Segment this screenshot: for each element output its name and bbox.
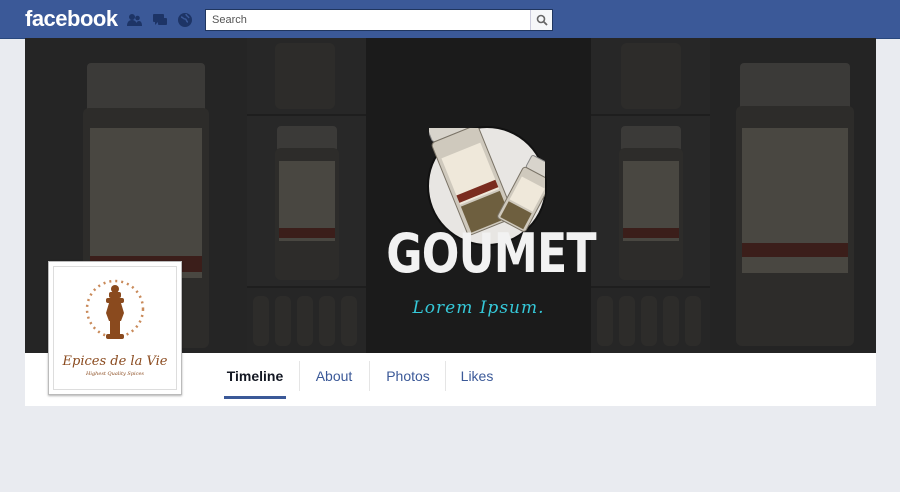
tab-divider (369, 361, 370, 391)
notifications-globe-icon[interactable] (177, 12, 193, 28)
brand-logo: Epices de la Vie Highest Quality Spices (53, 266, 177, 390)
brand-tagline: Highest Quality Spices (86, 371, 144, 377)
tab-likes[interactable]: Likes (457, 366, 497, 396)
tab-photos[interactable]: Photos (381, 366, 435, 396)
tab-timeline[interactable]: Timeline (224, 366, 286, 399)
facebook-logo[interactable]: facebook (25, 6, 118, 32)
brand-name: Epices de la Vie (62, 354, 168, 369)
profile-picture[interactable]: Epices de la Vie Highest Quality Spices (48, 261, 182, 395)
top-navigation-bar: facebook (0, 0, 900, 39)
search-input[interactable] (206, 10, 530, 30)
tab-about[interactable]: About (308, 366, 360, 396)
search-button[interactable] (530, 10, 552, 30)
cover-tagline: Lorem Ipsum. (412, 298, 545, 318)
messages-icon[interactable] (152, 12, 168, 28)
profile-header-card: GOUMET Lorem Ipsum. Timeline About Photo… (25, 38, 876, 406)
cover-headline: GOUMET (386, 222, 596, 285)
friend-requests-icon[interactable] (126, 12, 142, 28)
search-box[interactable] (205, 9, 553, 31)
tab-divider (445, 361, 446, 391)
tab-divider (299, 361, 300, 391)
